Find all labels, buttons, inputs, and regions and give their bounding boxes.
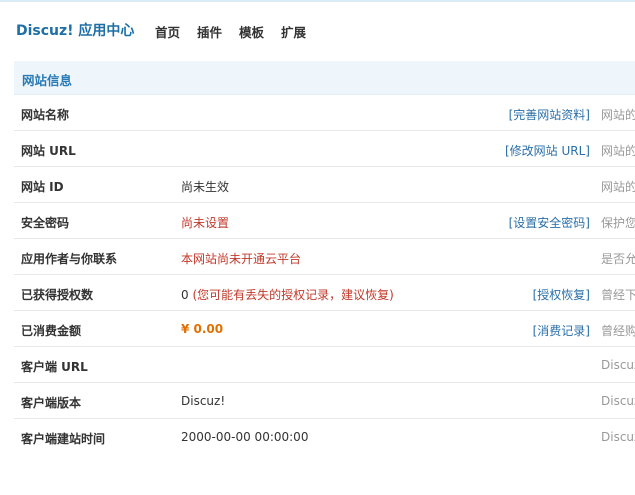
row-description: 网站的 [601, 180, 635, 194]
row-label: 已消费金额 [21, 324, 82, 338]
row-description: 曾经下 [601, 288, 635, 302]
row-client-version: 客户端版本 Discuz! Discuz [14, 383, 635, 419]
section-title: 网站信息 [22, 73, 73, 88]
set-security-password-link[interactable]: [设置安全密码] [509, 214, 590, 231]
main-nav: 首页 插件 模板 扩展 [155, 22, 306, 41]
header: Discuz! 应用中心 首页 插件 模板 扩展 [0, 0, 635, 60]
row-description: 网站的 [601, 144, 635, 158]
row-description: 网站的 [601, 108, 635, 122]
row-security-password: 安全密码 尚未设置 [设置安全密码] 保护您 [14, 203, 635, 239]
row-label: 网站 URL [21, 144, 76, 158]
row-label: 网站 ID [21, 180, 64, 194]
row-description: Discuz [601, 430, 635, 444]
nav-templates[interactable]: 模板 [239, 22, 264, 41]
row-label: 网站名称 [21, 108, 70, 122]
row-site-id: 网站 ID 尚未生效 网站的 [14, 167, 635, 203]
security-password-value: 尚未设置 [181, 216, 230, 230]
nav-home[interactable]: 首页 [155, 22, 180, 41]
row-description: Discuz [601, 358, 635, 372]
row-label: 客户端 URL [21, 360, 88, 374]
row-label: 客户端建站时间 [21, 432, 106, 446]
row-description: 是否允 [601, 252, 635, 266]
edit-site-url-link[interactable]: [修改网站 URL] [505, 142, 590, 159]
row-client-url: 客户端 URL Discuz [14, 347, 635, 383]
client-version-value: Discuz! [181, 394, 226, 408]
nav-extensions[interactable]: 扩展 [281, 22, 306, 41]
spent-amount-value: ¥ 0.00 [181, 322, 224, 336]
row-label: 应用作者与你联系 [21, 252, 118, 266]
site-info-table: 网站名称 [完善网站资料] 网站的 网站 URL [修改网站 URL] 网站的 … [14, 95, 635, 454]
author-contact-value: 本网站尚未开通云平台 [181, 252, 302, 266]
nav-plugins[interactable]: 插件 [197, 22, 222, 41]
row-author-contact: 应用作者与你联系 本网站尚未开通云平台 是否允 [14, 239, 635, 275]
row-site-name: 网站名称 [完善网站资料] 网站的 [14, 95, 635, 131]
row-label: 客户端版本 [21, 396, 82, 410]
license-count-number: 0 [181, 288, 189, 302]
row-label: 安全密码 [21, 216, 70, 230]
complete-site-info-link[interactable]: [完善网站资料] [509, 106, 590, 123]
license-count-value: 0 (您可能有丢失的授权记录，建议恢复) [181, 286, 394, 303]
row-client-install-time: 客户端建站时间 2000-00-00 00:00:00 Discuz [14, 419, 635, 454]
brand-title: Discuz! 应用中心 [16, 23, 135, 39]
client-install-time-value: 2000-00-00 00:00:00 [181, 430, 309, 444]
row-spent-amount: 已消费金额 ¥ 0.00 [消费记录] 曾经购 [14, 311, 635, 347]
section-header: 网站信息 [14, 61, 635, 95]
site-id-value: 尚未生效 [181, 180, 230, 194]
row-license-count: 已获得授权数 0 (您可能有丢失的授权记录，建议恢复) [授权恢复] 曾经下 [14, 275, 635, 311]
row-site-url: 网站 URL [修改网站 URL] 网站的 [14, 131, 635, 167]
license-recovery-link[interactable]: [授权恢复] [533, 286, 590, 303]
row-description: Discuz [601, 394, 635, 408]
row-description: 曾经购 [601, 324, 635, 338]
row-label: 已获得授权数 [21, 288, 94, 302]
purchase-history-link[interactable]: [消费记录] [533, 322, 590, 339]
row-description: 保护您 [601, 216, 635, 230]
license-recovery-note: (您可能有丢失的授权记录，建议恢复) [188, 288, 394, 302]
